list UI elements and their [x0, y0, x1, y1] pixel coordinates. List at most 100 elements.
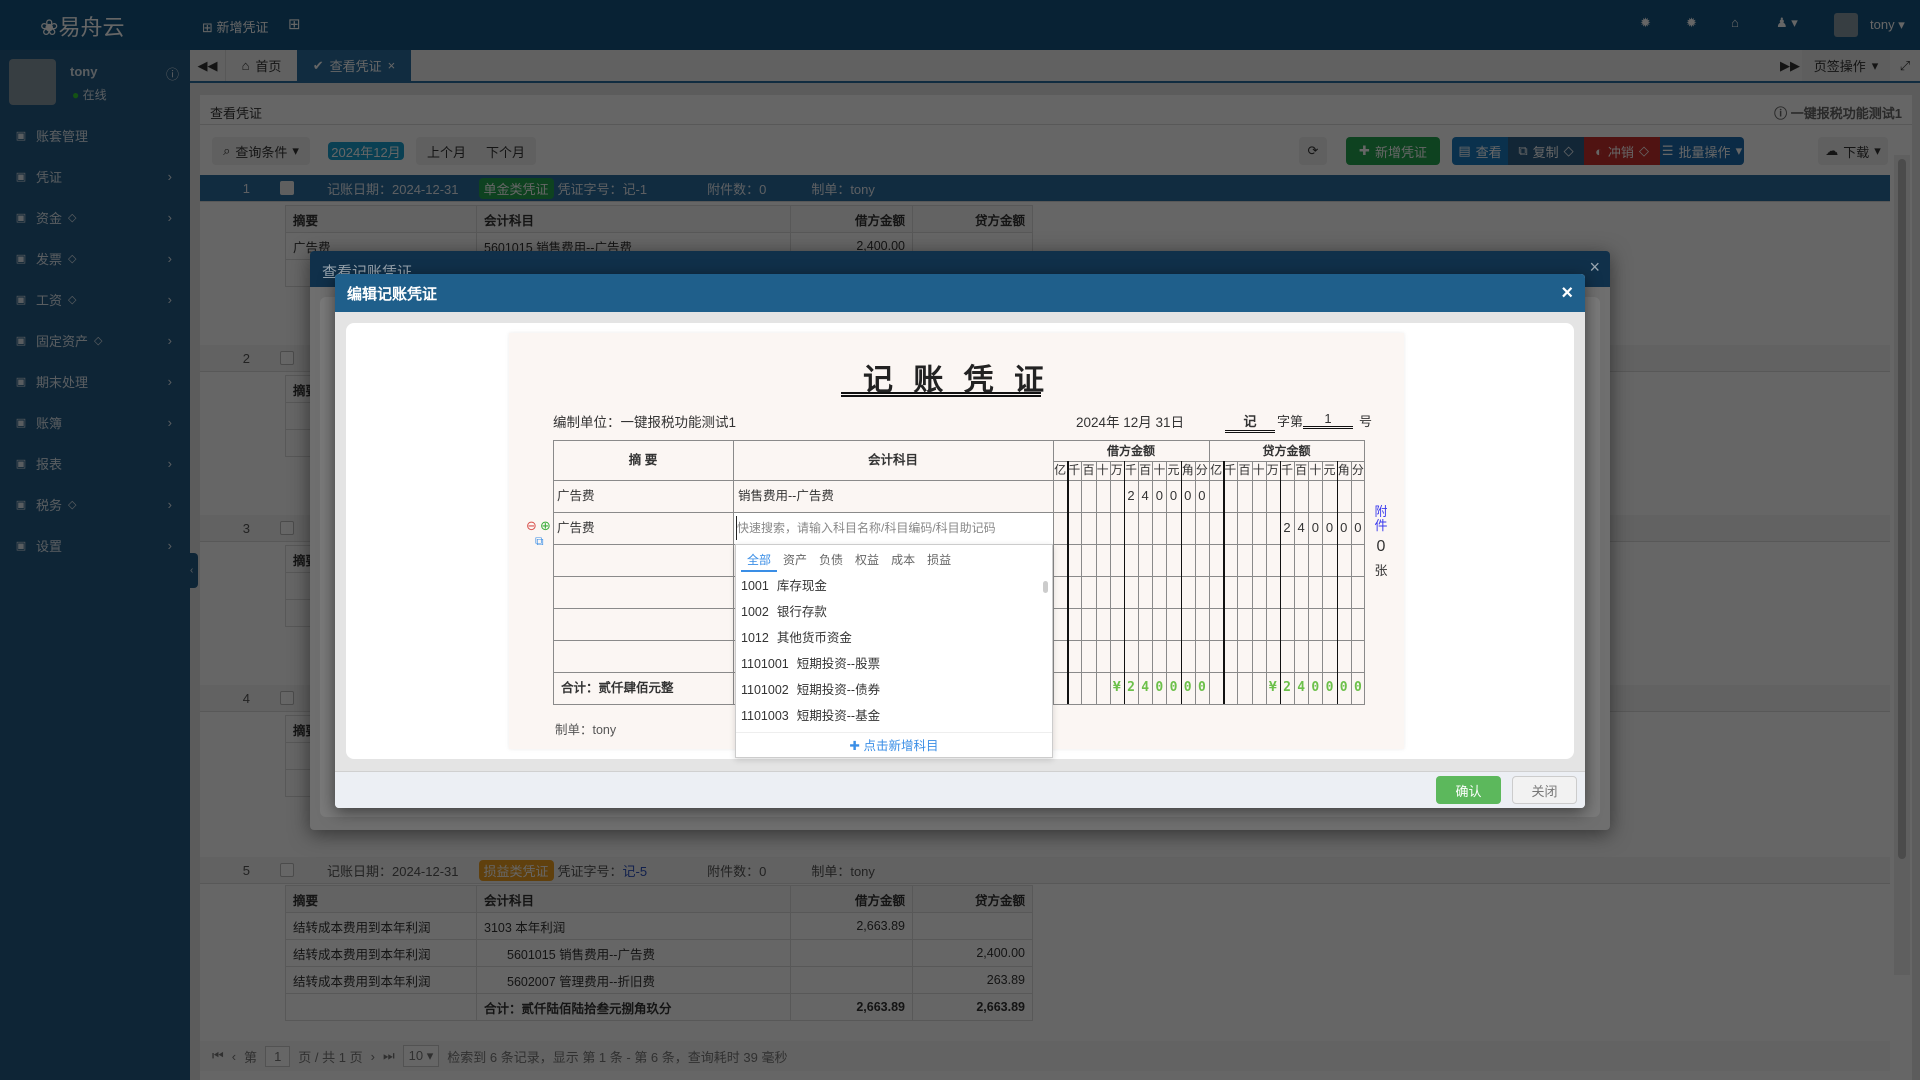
- bug-icon[interactable]: ✹: [1640, 15, 1651, 31]
- copy-button[interactable]: ⧉ 复制 ◇: [1508, 137, 1584, 165]
- bug-icon[interactable]: ✹: [1686, 15, 1697, 31]
- account-category-tab[interactable]: 负债: [813, 550, 849, 572]
- user-menu-icon[interactable]: ♟ ▾: [1776, 15, 1798, 31]
- account-category-tab[interactable]: 全部: [741, 550, 778, 572]
- row-checkbox[interactable]: [280, 351, 294, 365]
- sidebar-item[interactable]: ▣ 固定资产 ◇ ›: [0, 322, 190, 358]
- summary-cell[interactable]: [557, 608, 731, 640]
- sidebar-item[interactable]: ▣ 设置 ›: [0, 527, 190, 563]
- row-checkbox[interactable]: [280, 521, 294, 535]
- tab-operations-dropdown[interactable]: 页签操作 ▾: [1802, 50, 1890, 81]
- account-option[interactable]: 1101002 短期投资--债券: [741, 678, 1036, 702]
- sidebar-item[interactable]: ▣ 期末处理 ›: [0, 363, 190, 399]
- account-category-tab[interactable]: 成本: [885, 550, 921, 572]
- prev-month-button[interactable]: 上个月: [427, 142, 466, 161]
- page-size-select[interactable]: 10 ▾: [402, 1045, 440, 1067]
- new-voucher-link[interactable]: ⊞ 新增凭证: [202, 17, 269, 36]
- calendar-icon: ▣: [15, 375, 27, 388]
- close-button[interactable]: 关闭: [1512, 776, 1577, 804]
- tab-view-voucher[interactable]: ✔ 查看凭证 ×: [297, 50, 411, 81]
- refresh-button[interactable]: ⟳: [1299, 137, 1327, 165]
- sidebar-item[interactable]: ▣ 发票 ◇ ›: [0, 240, 190, 276]
- reverse-button[interactable]: ◐ 冲销 ◇: [1584, 137, 1660, 165]
- edit-voucher-modal: 编辑记账凭证 × 记 账 凭 证 编制单位：一键报税功能测试1 2024年 12月…: [335, 274, 1585, 808]
- logo[interactable]: ❀易舟云: [40, 10, 124, 42]
- remove-row-icon[interactable]: ⊖: [526, 518, 537, 534]
- chevron-right-icon: ›: [167, 537, 172, 553]
- tabs-scroll-left-button[interactable]: ◀◀: [190, 50, 226, 81]
- sidebar-item[interactable]: ▣ 凭证 ›: [0, 158, 190, 194]
- voucher-date[interactable]: 2024年 12月 31日: [1076, 411, 1184, 431]
- user-menu[interactable]: tony ▾: [1870, 17, 1905, 33]
- period-badge[interactable]: 2024年12月: [328, 142, 404, 160]
- row-checkbox[interactable]: [280, 691, 294, 705]
- grid-icon[interactable]: ⊞: [288, 15, 301, 33]
- tab-home[interactable]: ⌂ 首页: [226, 50, 297, 81]
- tabs-scroll-right-button[interactable]: ▶▶: [1780, 50, 1800, 81]
- attachment-link[interactable]: 附件: [1373, 505, 1389, 533]
- voucher-word-select[interactable]: 记: [1225, 411, 1275, 433]
- scrollbar[interactable]: [1894, 155, 1910, 975]
- table-row[interactable]: 结转成本费用到本年利润 3103 本年利润 2,663.89: [285, 912, 1033, 940]
- summary-cell[interactable]: [557, 576, 731, 608]
- close-icon[interactable]: ×: [1561, 282, 1573, 305]
- confirm-button[interactable]: 确认: [1436, 776, 1501, 804]
- view-button[interactable]: ▤ 查看: [1452, 137, 1508, 165]
- summary-cell[interactable]: [557, 544, 731, 576]
- voucher-code-link[interactable]: 记-5: [623, 861, 648, 880]
- close-icon[interactable]: ×: [1589, 257, 1600, 278]
- first-page-button[interactable]: ⏮: [212, 1048, 224, 1064]
- voucher-header[interactable]: 5 记账日期：2024-12-31 损益类凭证 凭证字号： 记-5 附件数：0 制…: [200, 857, 1890, 884]
- add-account-link[interactable]: ✚ 点击新增科目: [736, 732, 1052, 758]
- attachment-count[interactable]: 0: [1373, 538, 1389, 556]
- add-voucher-button[interactable]: ✚ 新增凭证: [1346, 137, 1440, 165]
- query-conditions-dropdown[interactable]: ⌕ 查询条件 ▾: [212, 137, 310, 165]
- close-tab-icon[interactable]: ×: [388, 58, 396, 73]
- sidebar-item[interactable]: ▣ 税务 ◇ ›: [0, 486, 190, 522]
- row-checkbox[interactable]: [280, 863, 294, 877]
- summary-cell[interactable]: [557, 640, 731, 672]
- account-search-input[interactable]: [736, 516, 1048, 540]
- account-option[interactable]: 1002 银行存款: [741, 600, 1036, 624]
- premium-gem-icon: ◇: [1638, 143, 1649, 158]
- chevron-right-icon: ›: [167, 373, 172, 389]
- account-category-tab[interactable]: 权益: [849, 550, 885, 572]
- row-checkbox[interactable]: [280, 181, 294, 195]
- debit-digit: 2: [1127, 488, 1135, 503]
- batch-operations-dropdown[interactable]: ☰ 批量操作 ▾: [1660, 137, 1744, 165]
- summary-cell[interactable]: 广告费: [557, 512, 731, 544]
- prev-page-button[interactable]: ‹: [232, 1049, 236, 1064]
- summary-cell[interactable]: 广告费: [557, 480, 731, 512]
- tax-icon: ▣: [15, 498, 27, 511]
- voucher-number-input[interactable]: 1: [1303, 411, 1353, 429]
- voucher-header[interactable]: 1 记账日期：2024-12-31 单金类凭证 凭证字号：记-1 附件数：0 制…: [200, 175, 1890, 202]
- table-row[interactable]: 结转成本费用到本年利润 5602007 管理费用--折旧费 263.89: [285, 966, 1033, 994]
- next-page-button[interactable]: ›: [371, 1049, 375, 1064]
- sidebar-item[interactable]: ▣ 账套管理: [0, 117, 190, 153]
- account-category-tab[interactable]: 资产: [777, 550, 813, 572]
- download-dropdown[interactable]: ☁ 下载 ▾: [1818, 137, 1888, 165]
- premium-gem-icon: ◇: [68, 211, 77, 224]
- dropdown-scrollbar[interactable]: [1043, 581, 1048, 593]
- sidebar-collapse-handle[interactable]: ‹: [190, 553, 198, 588]
- sidebar-item[interactable]: ▣ 资金 ◇ ›: [0, 199, 190, 235]
- info-icon[interactable]: ⓘ: [166, 64, 179, 83]
- account-option[interactable]: 1001 库存现金: [741, 574, 1036, 598]
- home-icon[interactable]: ⌂: [1731, 15, 1739, 30]
- page-input[interactable]: 1: [265, 1045, 291, 1067]
- table-row[interactable]: 结转成本费用到本年利润 5601015 销售费用--广告费 2,400.00: [285, 939, 1033, 967]
- sidebar-item[interactable]: ▣ 账簿 ›: [0, 404, 190, 440]
- sidebar-item[interactable]: ▣ 报表 ›: [0, 445, 190, 481]
- copy-row-icon[interactable]: ⧉: [535, 534, 544, 549]
- account-option[interactable]: 1012 其他货币资金: [741, 626, 1036, 650]
- avatar[interactable]: [1834, 13, 1858, 37]
- next-month-button[interactable]: 下个月: [486, 142, 525, 161]
- account-cell[interactable]: 销售费用--广告费: [738, 480, 1048, 512]
- account-category-tab[interactable]: 损益: [921, 550, 957, 572]
- account-option[interactable]: 1101001 短期投资--股票: [741, 652, 1036, 676]
- last-page-button[interactable]: ⏭: [383, 1048, 395, 1064]
- fullscreen-icon[interactable]: ⤢: [1892, 50, 1918, 81]
- add-row-icon[interactable]: ⊕: [540, 518, 551, 534]
- sidebar-item[interactable]: ▣ 工资 ◇ ›: [0, 281, 190, 317]
- account-option[interactable]: 1101003 短期投资--基金: [741, 704, 1036, 728]
